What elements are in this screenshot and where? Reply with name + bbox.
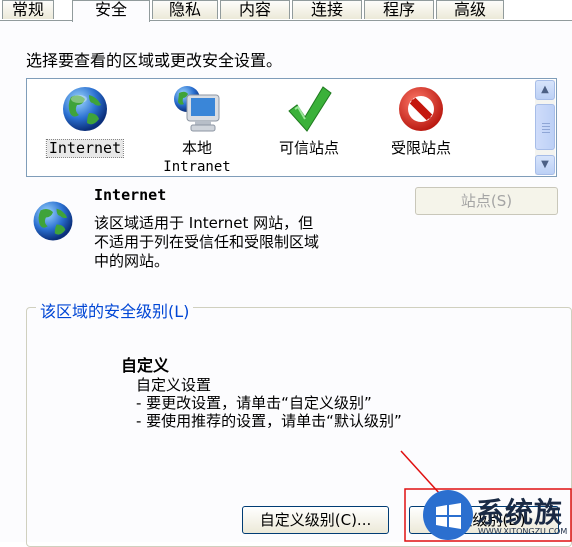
tab-connections[interactable]: 连接 (292, 0, 362, 19)
watermark: 系统族 WWW.XITONGZU.COM (418, 485, 572, 542)
tab-strip: 常规 安全 隐私 内容 连接 程序 高级 (0, 0, 572, 22)
watermark-url: WWW.XITONGZU.COM (478, 527, 568, 536)
zone-restricted-sites-label: 受限站点 (390, 139, 452, 157)
tab-advanced[interactable]: 高级 (436, 0, 504, 19)
zone-local-intranet-label2: Intranet (163, 159, 231, 175)
scroll-up-button[interactable]: ▲ (535, 80, 555, 100)
zone-internet-label: Internet (45, 139, 125, 158)
no-entry-icon (399, 87, 443, 131)
tab-content[interactable]: 内容 (220, 0, 290, 19)
checkmark-icon (288, 86, 332, 132)
zone-description-line: 不适用于列在受信任和受限制区域 (94, 233, 320, 251)
zone-description: 该区域适用于 Internet 网站，但 不适用于列在受信任和受限制区域 中的网… (94, 214, 384, 271)
level-line: 自定义设置 (136, 376, 212, 394)
custom-level-button[interactable]: 自定义级别(C)... (242, 506, 389, 534)
zone-description-line: 中的网站。 (94, 252, 170, 270)
level-line: - 要更改设置，请单击“自定义级别” (136, 394, 372, 412)
watermark-brand: 系统族 (476, 496, 564, 529)
zone-list-scrollbar[interactable]: ▲ ▼ (535, 80, 555, 175)
globe-icon (63, 87, 107, 131)
scroll-down-button[interactable]: ▼ (535, 155, 555, 175)
zone-local-intranet-label: 本地 (181, 139, 213, 157)
level-line: - 要使用推荐的设置，请单击“默认级别” (136, 412, 402, 430)
monitor-globe-icon (174, 86, 220, 132)
security-level-description: 自定义设置 - 要更改设置，请单击“自定义级别” - 要使用推荐的设置，请单击“… (136, 376, 402, 430)
zone-trusted-sites[interactable]: 可信站点 (269, 83, 349, 173)
zone-internet[interactable]: Internet (45, 83, 125, 173)
tab-general[interactable]: 常规 (2, 0, 54, 19)
zone-restricted-sites[interactable]: 受限站点 (381, 83, 461, 173)
tab-privacy[interactable]: 隐私 (152, 0, 218, 19)
instruction-text: 选择要查看的区域或更改安全设置。 (26, 51, 283, 70)
tab-programs[interactable]: 程序 (364, 0, 434, 19)
tab-security[interactable]: 安全 (72, 0, 150, 22)
scroll-thumb[interactable] (535, 104, 555, 150)
zone-description-line: 该区域适用于 Internet 网站，但 (94, 214, 314, 232)
security-level-title: 自定义 (121, 356, 170, 375)
zone-detail-title: Internet (94, 186, 167, 204)
zone-local-intranet[interactable]: 本地 Intranet (157, 83, 237, 175)
globe-icon (33, 201, 73, 241)
windows-logo-icon (423, 490, 473, 540)
zone-list: Internet 本地 Intranet 可信站点 受限站点 ▲ ▼ (26, 78, 557, 177)
security-level-legend: 该区域的安全级别(L) (36, 298, 194, 322)
sites-button[interactable]: 站点(S) (415, 187, 558, 215)
zone-trusted-sites-label: 可信站点 (278, 139, 340, 157)
